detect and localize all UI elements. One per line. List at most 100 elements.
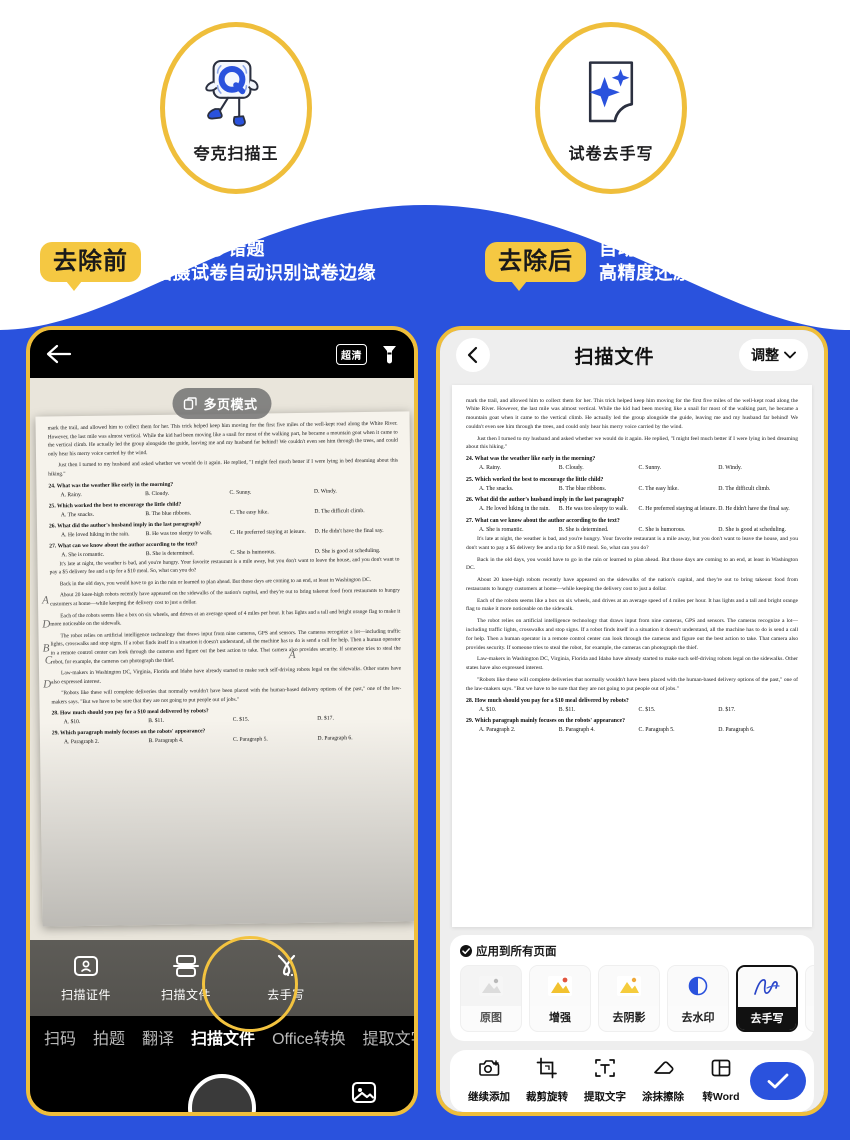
tab-Office转换[interactable]: Office转换 [272, 1025, 346, 1049]
handwriting-mark: A [41, 594, 49, 607]
document-paragraph: mark the trail, and allowed him to colle… [47, 420, 398, 458]
gallery-import-label: 相册导入 [340, 1112, 388, 1116]
document-option: A. Paragraph 2. [63, 739, 100, 746]
document-option: C. She is humorous. [638, 526, 686, 533]
sidebar-item-去手写[interactable]: 去手写 [236, 953, 336, 1003]
back-chevron-icon[interactable] [456, 338, 490, 373]
document-question-options: A. Paragraph 2. B. Paragraph 4. C. Paragra… [466, 726, 798, 735]
cleaned-document-preview[interactable]: mark the trail, and allowed him to colle… [452, 384, 812, 927]
brighten-icon [806, 965, 814, 1006]
gallery-import-icon [351, 1081, 377, 1104]
document-paragraph: It's late at night, the weather is bad, … [466, 535, 798, 551]
action-label: 涂抹擦除 [642, 1091, 684, 1104]
badge-after-text: 自动清除手写字迹 高精度还原空白试卷 [599, 238, 766, 286]
document-question-options: A. She is romantic. B. She is determined.… [466, 526, 798, 535]
badge-row-before: 去除前 不用手抄错题 拍摄试卷自动识别试卷边缘 [40, 238, 376, 292]
action-裁剪旋转[interactable]: 裁剪旋转 [518, 1057, 576, 1104]
document-option: D. $17. [317, 715, 334, 723]
action-转Word[interactable]: 转Word [692, 1057, 750, 1104]
document-paragraph: Just then I turned to my husband and ask… [466, 435, 798, 451]
document-option: C. $15. [638, 706, 656, 713]
right-arrow-icon [386, 106, 456, 128]
document-content-left: mark the trail, and allowed him to colle… [35, 411, 414, 748]
handwriting-mark: C [44, 654, 53, 667]
document-option: C. Paragraph 5. [232, 736, 268, 744]
multi-page-mode-chip[interactable]: 多页模式 [172, 388, 272, 419]
document-option: D. He didn't have the final say. [314, 527, 384, 535]
flashlight-icon[interactable] [381, 344, 398, 364]
document-option: A. He loved hiking in the rain. [61, 530, 130, 538]
action-label: 继续添加 [468, 1091, 510, 1104]
id-card-icon [74, 956, 98, 976]
document-option: C. The easy hike. [638, 485, 679, 492]
hd-quality-badge[interactable]: 超清 [336, 343, 367, 365]
adjust-label: 调整 [750, 347, 779, 364]
tab-扫描文件[interactable]: 扫描文件 [191, 1025, 255, 1049]
document-option: A. $10. [63, 719, 81, 726]
filter-label: 去阴影 [612, 1011, 646, 1024]
filter-label: 原图 [480, 1011, 502, 1024]
action-继续添加[interactable]: 继续添加 [460, 1057, 518, 1104]
tab-提取文字[interactable]: 提取文字 [363, 1025, 414, 1049]
document-option: B. Paragraph 4. [558, 727, 595, 734]
document-option: A. Paragraph 2. [479, 727, 516, 734]
adjust-dropdown[interactable]: 调整 [738, 339, 808, 372]
document-paragraph: Law-makers in Washington DC, Virginia, F… [466, 656, 798, 672]
filter-原图[interactable]: 原图 [460, 964, 522, 1032]
shutter-button-icon[interactable] [188, 1074, 256, 1112]
filter-panel: 应用到所有页面 原图 增强 去阴影 去水印 去手写增亮 [450, 934, 814, 1041]
document-paragraph: mark the trail, and allowed him to colle… [466, 397, 798, 430]
eraser-icon [652, 1057, 674, 1084]
document-paragraph: The robot relies on artificial intellige… [466, 618, 798, 651]
camera-viewport: 多页模式 mark the trail, and allowed him to … [30, 378, 414, 940]
filter-去手写[interactable]: 去手写 [736, 964, 798, 1032]
tab-拍题[interactable]: 拍题 [93, 1025, 125, 1049]
tab-翻译[interactable]: 翻译 [142, 1025, 174, 1049]
sidebar-item-扫描文件[interactable]: 扫描文件 [136, 953, 236, 1003]
document-question: 28. How much should you pay for a $10 me… [466, 697, 629, 704]
document-option: C. Paragraph 5. [638, 727, 675, 734]
badge-before-tag: 去除前 [40, 241, 141, 292]
badge-after-tag: 去除后 [485, 241, 586, 292]
document-option: C. Sunny. [229, 489, 252, 496]
document-option: C. He preferred staying at leisure. [230, 528, 306, 536]
document-option: D. The difficult climb. [718, 485, 771, 492]
confirm-button[interactable] [750, 1061, 806, 1100]
filter-增强[interactable]: 增强 [529, 964, 591, 1032]
document-option: A. He loved hiking in the rain. [479, 506, 550, 513]
action-label: 提取文字 [584, 1091, 626, 1104]
filter-增亮[interactable]: 增亮 [805, 964, 814, 1032]
sidebar-item-扫描证件[interactable]: 扫描证件 [36, 953, 136, 1003]
apply-to-all-pages-toggle[interactable]: 应用到所有页面 [460, 943, 814, 959]
action-label: 转Word [702, 1091, 740, 1104]
tab-扫码[interactable]: 扫码 [44, 1025, 76, 1049]
document-paragraph: About 20 knee-high robots recently have … [50, 587, 400, 608]
action-提取文字[interactable]: 提取文字 [576, 1057, 634, 1104]
document-option: B. The blue ribbons. [145, 510, 192, 517]
back-arrow-icon[interactable] [46, 344, 72, 364]
filter-去阴影[interactable]: 去阴影 [598, 964, 660, 1032]
document-paragraph: Each of the robots seems like a box on s… [50, 608, 401, 628]
original-image-icon [461, 965, 521, 1006]
document-paragraph: Each of the robots seems like a box on s… [466, 597, 798, 613]
document-paragraph: About 20 knee-high robots recently have … [466, 577, 798, 592]
document-option: C. The easy hike. [229, 508, 269, 516]
page-title: 扫描文件 [574, 346, 655, 368]
document-option: A. Rainy. [479, 465, 502, 472]
filter-strip[interactable]: 原图 增强 去阴影 去水印 去手写增亮 [460, 964, 814, 1032]
document-option: A. The snacks. [479, 485, 514, 492]
gallery-import-button[interactable]: 相册导入 [340, 1080, 388, 1116]
handwriting-mark: D [42, 618, 51, 631]
document-option: D. Windy. [718, 465, 742, 472]
document-option: A. Rainy. [60, 491, 82, 498]
remove-watermark-icon [668, 965, 728, 1006]
filter-去水印[interactable]: 去水印 [667, 964, 729, 1032]
hero-section: 夸克扫描王 试卷去手写 [0, 0, 850, 210]
multi-page-mode-label: 多页模式 [203, 397, 258, 412]
document-question-options: A. He loved hiking in the rain. B. He was… [466, 505, 798, 514]
document-option: B. She is determined. [558, 526, 609, 533]
tool-label: 扫描文件 [160, 988, 211, 1002]
document-question-options: A. Rainy. B. Cloudy. C. Sunny. D. Windy. [466, 464, 798, 473]
action-涂抹擦除[interactable]: 涂抹擦除 [634, 1057, 692, 1104]
camera-mode-tabs: 扫码拍题翻译扫描文件 Office转换提取文字 [30, 1016, 414, 1058]
